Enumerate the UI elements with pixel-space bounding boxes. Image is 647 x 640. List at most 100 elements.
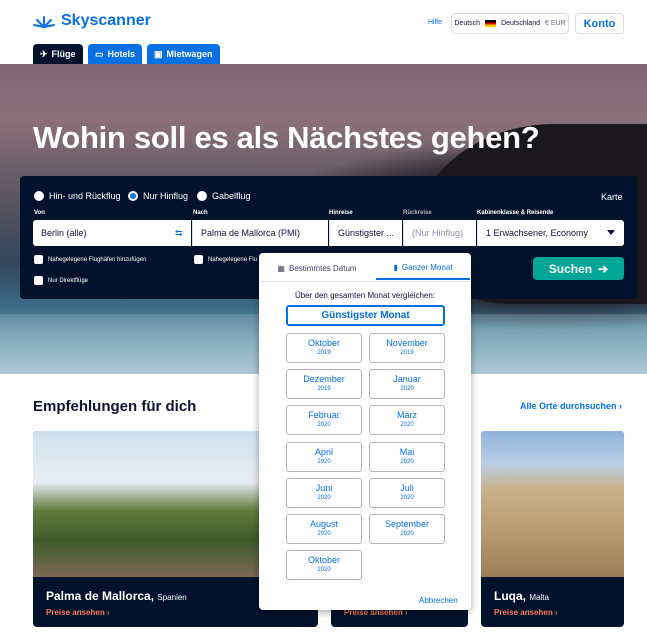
month-name: Dezember <box>303 374 345 384</box>
month-year: 2020 <box>317 422 331 428</box>
month-button[interactable]: September 2020 <box>369 514 445 544</box>
month-name: Oktober <box>307 338 340 348</box>
month-button[interactable]: Juli 2020 <box>369 478 445 508</box>
month-year: 2020 <box>317 531 331 537</box>
tab-car-rental-label: Mietwagen <box>166 49 213 59</box>
depart-input[interactable]: Günstigster ... <box>329 220 402 246</box>
tab-specific-date-label: Bestimmtes Datum <box>288 263 357 273</box>
checkbox[interactable] <box>34 255 43 264</box>
month-name: August <box>309 519 339 529</box>
radio-round-trip-label: Hin- und Rückflug <box>49 191 121 201</box>
checkbox[interactable] <box>34 276 43 285</box>
country-label: Deutschland <box>501 20 540 27</box>
plane-icon: ✈ <box>40 48 48 59</box>
to-input[interactable]: Palma de Mallorca (PMI) <box>192 220 328 246</box>
sunrise-logo-icon <box>33 16 55 28</box>
nearby-from-label: Nahegelegene Flughäfen hinzufügen <box>48 256 147 263</box>
tab-car-rental[interactable]: ▣ Mietwagen <box>147 44 220 64</box>
compare-month-text: Über den gesamten Monat vergleichen: <box>294 291 436 300</box>
month-name: Oktober <box>307 555 340 565</box>
month-name: Juli <box>400 483 414 493</box>
month-button[interactable]: Juni 2020 <box>286 478 362 508</box>
month-name: Januar <box>393 374 421 384</box>
card-city: Luqa, <box>494 589 526 603</box>
month-button[interactable]: Februar 2020 <box>286 405 362 435</box>
help-link[interactable]: Hilfe <box>428 19 442 26</box>
from-label: Von <box>34 210 45 216</box>
currency-label: € EUR <box>544 20 566 27</box>
all-destinations-label: Alle Orte durchsuchen <box>520 401 617 411</box>
tab-hotels[interactable]: ▭ Hotels <box>88 44 143 64</box>
card-city: Palma de Mallorca, <box>46 589 155 603</box>
see-prices-link[interactable]: Preise ansehen › <box>46 608 110 617</box>
radio-round-trip[interactable]: Hin- und Rückflug <box>34 191 121 201</box>
checkbox[interactable] <box>194 255 203 264</box>
arrow-right-icon: ➔ <box>598 261 609 276</box>
month-name: April <box>314 447 333 457</box>
recommendations-title: Empfehlungen für dich <box>33 398 197 415</box>
see-prices-label: Preise ansehen <box>494 608 553 617</box>
nearby-to-label: Nahegelegene Flu <box>208 256 258 263</box>
luqa-photo <box>481 431 624 577</box>
month-name: Februar <box>308 410 340 420</box>
bed-icon: ▭ <box>95 48 104 59</box>
month-name: November <box>386 338 428 348</box>
tab-flights-label: Flüge <box>51 49 76 59</box>
account-button[interactable]: Konto <box>575 13 624 34</box>
see-prices-link[interactable]: Preise ansehen › <box>494 608 558 617</box>
month-year: 2019 <box>400 350 414 356</box>
map-link[interactable]: Karte <box>601 192 623 202</box>
locale-selector[interactable]: Deutsch Deutschland € EUR <box>451 13 569 34</box>
brand-name: Skyscanner <box>61 12 151 29</box>
month-year: 2020 <box>400 531 414 537</box>
tab-specific-date[interactable]: ▦ Bestimmtes Datum <box>262 256 372 280</box>
card-title: Palma de Mallorca, Spanien <box>46 589 187 603</box>
return-input[interactable]: (Nur Hinflug) <box>403 220 476 246</box>
card-country: Spanien <box>157 593 187 602</box>
month-button[interactable]: Oktober 2019 <box>286 333 362 363</box>
month-year: 2020 <box>400 459 414 465</box>
month-button[interactable]: Dezember 2019 <box>286 369 362 399</box>
month-year: 2020 <box>400 422 414 428</box>
cancel-link[interactable]: Abbrechen <box>419 596 458 605</box>
tab-flights[interactable]: ✈ Flüge <box>33 44 83 64</box>
search-button[interactable]: Suchen ➔ <box>533 257 624 280</box>
month-button[interactable]: Mai 2020 <box>369 442 445 472</box>
german-flag-icon <box>485 20 497 27</box>
month-button[interactable]: März 2020 <box>369 405 445 435</box>
swap-icon[interactable]: ⇆ <box>175 228 183 239</box>
radio-button[interactable] <box>34 191 44 201</box>
nearby-to-checkbox[interactable]: Nahegelegene Flu <box>194 255 257 264</box>
radio-multi-city[interactable]: Gabelflug <box>197 191 251 201</box>
month-year: 2019 <box>317 386 331 392</box>
radio-one-way[interactable]: Nur Hinflug <box>128 191 188 201</box>
month-year: 2019 <box>317 350 331 356</box>
radio-button-selected[interactable] <box>128 191 138 201</box>
hero-headline: Wohin soll es als Nächstes gehen? <box>33 120 540 155</box>
month-button[interactable]: August 2020 <box>286 514 362 544</box>
divider <box>260 281 470 282</box>
language-label: Deutsch <box>454 20 481 27</box>
cheapest-month-button[interactable]: Günstigster Monat <box>286 305 445 326</box>
nearby-from-checkbox[interactable]: Nahegelegene Flughäfen hinzufügen <box>34 255 146 264</box>
month-button[interactable]: Januar 2020 <box>369 369 445 399</box>
month-button[interactable]: November 2019 <box>369 333 445 363</box>
destination-card-luqa[interactable]: Luqa, Malta Preise ansehen › <box>481 431 624 627</box>
chevron-down-icon <box>607 230 615 235</box>
depart-label: Hinreise <box>329 210 353 216</box>
tab-hotels-label: Hotels <box>107 49 136 59</box>
from-input[interactable]: Berlin (alle) <box>33 220 191 246</box>
month-year: 2020 <box>317 567 331 573</box>
radio-one-way-label: Nur Hinflug <box>143 191 189 201</box>
all-destinations-link[interactable]: Alle Orte durchsuchen › <box>520 401 622 411</box>
radio-button[interactable] <box>197 191 207 201</box>
tab-whole-month[interactable]: ▮ Ganzer Monat <box>376 256 470 280</box>
month-button[interactable]: Oktober 2020 <box>286 550 362 580</box>
month-button[interactable]: April 2020 <box>286 442 362 472</box>
card-title: Luqa, Malta <box>494 589 549 603</box>
skyscanner-logo[interactable]: Skyscanner <box>33 12 151 30</box>
cabin-label: Kabinenklasse & Reisende <box>477 210 554 216</box>
return-label: Rückreise <box>403 210 432 216</box>
direct-only-checkbox[interactable]: Nur Direktflüge <box>34 276 88 285</box>
cabin-travelers-select[interactable]: 1 Erwachsener, Economy <box>477 220 624 246</box>
